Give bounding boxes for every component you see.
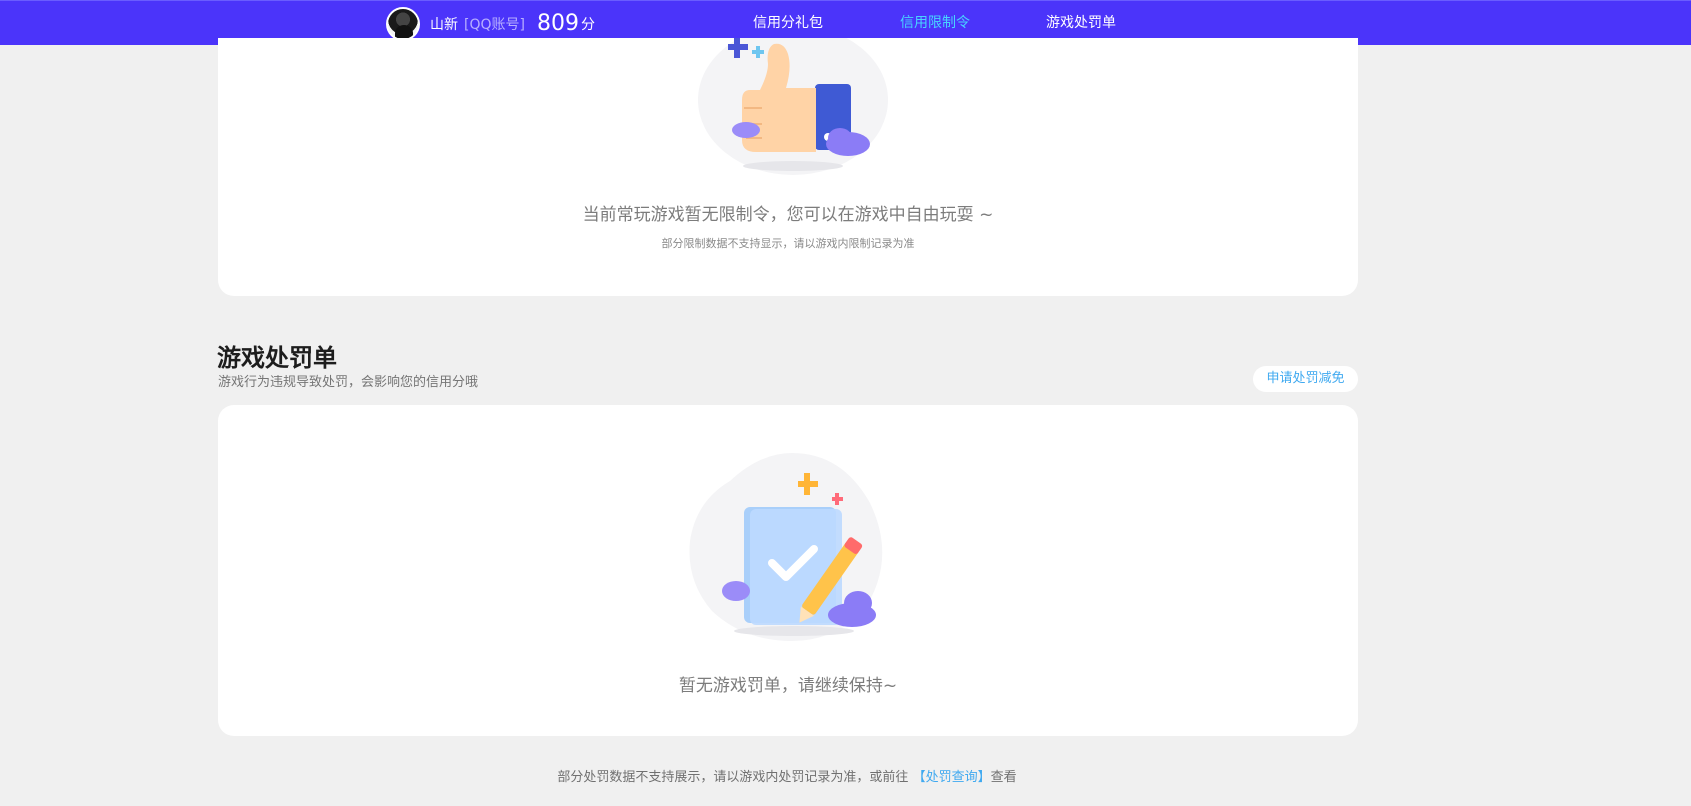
credit-score-unit: 分 (580, 16, 595, 33)
restriction-empty-message: 当前常玩游戏暂无限制令，您可以在游戏中自由玩耍 ~ (582, 205, 994, 225)
penalty-query-link[interactable]: 【处罚查询】 (913, 770, 991, 785)
avatar[interactable] (386, 6, 420, 41)
footer-note: 部分处罚数据不支持展示，请以游戏内处罚记录为准，或前往 【处罚查询】查看 (0, 766, 1574, 785)
footer-text: 部分处罚数据不支持展示，请以游戏内处罚记录为准，或前往 (557, 770, 909, 785)
thumbs-up-illustration (698, 38, 888, 175)
restriction-card: 当前常玩游戏暂无限制令，您可以在游戏中自由玩耍 ~ 部分限制数据不支持显示，请以… (218, 38, 1358, 296)
user-name: 山新 (430, 16, 458, 33)
clipboard-pencil-illustration (689, 453, 883, 641)
page: 山新 [QQ账号] 809 分 信用分礼包 信用限制令 游戏处罚单 当前常玩游戏… (0, 0, 1691, 806)
penalty-empty-message: 暂无游戏罚单，请继续保持~ (678, 676, 898, 696)
section-title-penalty: 游戏处罚单 (217, 344, 337, 372)
restriction-note: 部分限制数据不支持显示，请以游戏内限制记录为准 (661, 237, 915, 250)
section-description: 游戏行为违规导致处罚，会影响您的信用分哦 (218, 375, 479, 390)
footer-text-end: 查看 (990, 770, 1017, 785)
account-type: [QQ账号] (464, 16, 525, 33)
apply-penalty-reduction-button[interactable]: 申请处罚减免 (1253, 366, 1358, 392)
credit-score: 809 (536, 10, 579, 36)
user-info: 山新 [QQ账号] 809 分 (386, 6, 595, 41)
penalty-card: 暂无游戏罚单，请继续保持~ (218, 405, 1358, 736)
